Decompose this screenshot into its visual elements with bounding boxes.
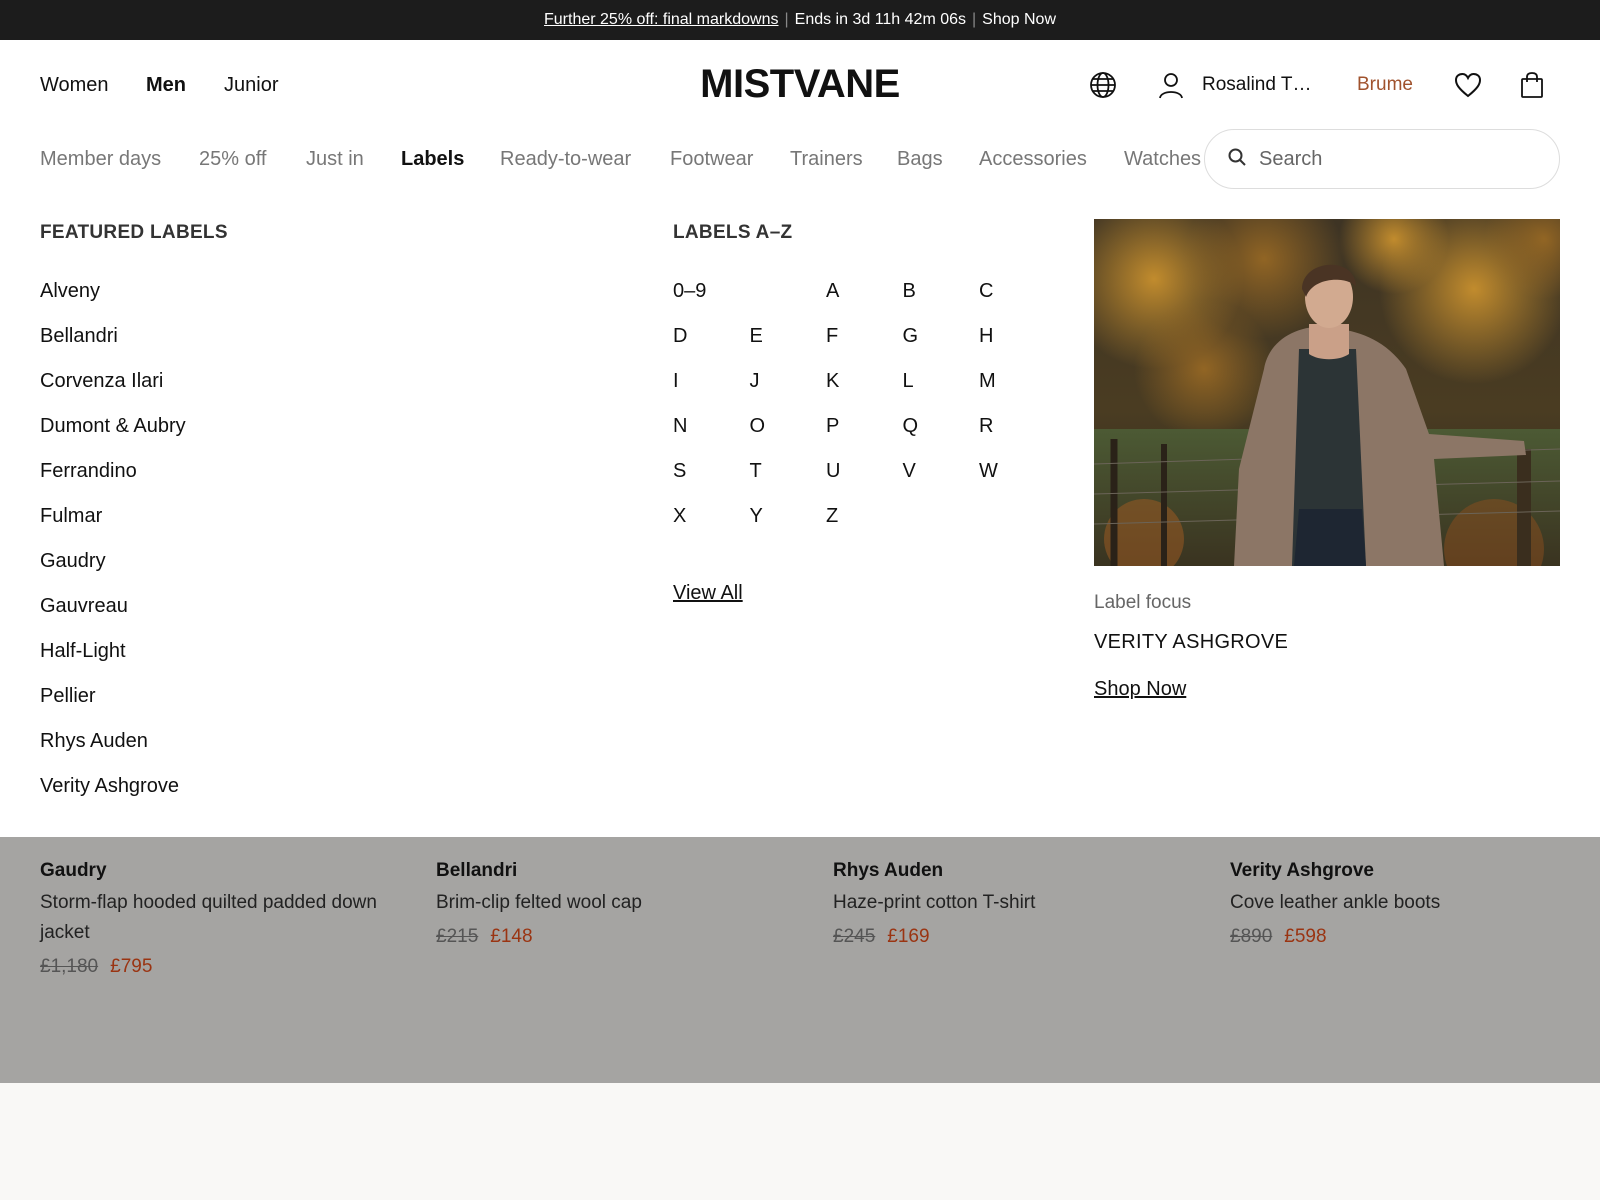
label-focus-name: VERITY ASHGROVE — [1094, 631, 1289, 653]
product-old-price: £890 — [1230, 926, 1273, 947]
product-name: Brim-clip felted wool cap — [436, 892, 642, 913]
labels-az-grid: 0–9 A B C D E F G H I J K L M N O P Q R … — [673, 280, 1056, 550]
cat-labels[interactable]: Labels — [401, 148, 464, 171]
view-all-labels-link[interactable]: View All — [673, 582, 743, 605]
product-sale-price: £148 — [490, 926, 533, 947]
label-focus-image[interactable] — [1094, 219, 1560, 566]
product-card[interactable]: Verity Ashgrove Cove leather ankle boots… — [1230, 860, 1580, 948]
product-prices: £215 £148 — [436, 926, 786, 948]
cat-just-in[interactable]: Just in — [306, 148, 364, 171]
az-letter[interactable]: G — [903, 325, 980, 370]
az-letter[interactable]: Z — [826, 505, 903, 550]
labels-az-heading: LABELS A–Z — [673, 222, 793, 243]
cat-25-off[interactable]: 25% off — [199, 148, 266, 171]
az-letter[interactable]: F — [826, 325, 903, 370]
cat-member-days[interactable]: Member days — [40, 148, 161, 171]
product-brand: Gaudry — [40, 860, 107, 881]
product-card[interactable]: Rhys Auden Haze-print cotton T-shirt £24… — [833, 860, 1183, 948]
product-old-price: £215 — [436, 926, 479, 947]
product-old-price: £245 — [833, 926, 876, 947]
cat-bags[interactable]: Bags — [897, 148, 943, 171]
cat-ready-to-wear[interactable]: Ready-to-wear — [500, 148, 631, 171]
az-letter-0-9[interactable]: 0–9 — [673, 280, 750, 325]
heart-icon[interactable] — [1453, 70, 1483, 100]
az-letter[interactable]: E — [750, 325, 827, 370]
az-letter[interactable]: O — [750, 415, 827, 460]
featured-label-item[interactable]: Gauvreau — [40, 595, 186, 640]
az-empty-cell — [750, 280, 827, 325]
az-letter[interactable]: U — [826, 460, 903, 505]
bag-icon[interactable] — [1517, 70, 1547, 100]
product-card[interactable]: Bellandri Brim-clip felted wool cap £215… — [436, 860, 786, 948]
featured-label-item[interactable]: Dumont & Aubry — [40, 415, 186, 460]
az-letter[interactable]: I — [673, 370, 750, 415]
featured-label-item[interactable]: Half-Light — [40, 640, 186, 685]
az-letter[interactable]: V — [903, 460, 980, 505]
az-letter[interactable]: K — [826, 370, 903, 415]
featured-label-item[interactable]: Bellandri — [40, 325, 186, 370]
brume-link[interactable]: Brume — [1357, 74, 1413, 96]
featured-label-item[interactable]: Rhys Auden — [40, 730, 186, 775]
az-letter[interactable]: H — [979, 325, 1056, 370]
account-name[interactable]: Rosalind T… — [1202, 74, 1311, 96]
product-card[interactable]: Gaudry Storm-flap hooded quilted padded … — [40, 860, 390, 978]
az-letter[interactable]: M — [979, 370, 1056, 415]
az-letter[interactable]: P — [826, 415, 903, 460]
product-name: Storm-flap hooded quilted padded down ja… — [40, 892, 377, 943]
promo-countdown: Ends in 3d 11h 42m 06s — [794, 11, 967, 28]
promo-separator: | — [784, 11, 789, 28]
featured-label-item[interactable]: Corvenza Ilari — [40, 370, 186, 415]
az-letter[interactable]: T — [750, 460, 827, 505]
featured-label-item[interactable]: Fulmar — [40, 505, 186, 550]
az-letter[interactable]: N — [673, 415, 750, 460]
product-prices: £890 £598 — [1230, 926, 1580, 948]
label-focus-caption: Label focus — [1094, 592, 1192, 613]
product-name: Cove leather ankle boots — [1230, 892, 1441, 913]
product-brand: Bellandri — [436, 860, 518, 881]
cat-footwear[interactable]: Footwear — [670, 148, 753, 171]
az-letter[interactable]: R — [979, 415, 1056, 460]
user-icon[interactable] — [1156, 70, 1186, 100]
search-box[interactable] — [1204, 129, 1560, 189]
promo-bar: Further 25% off: final markdowns | Ends … — [0, 0, 1600, 40]
az-letter[interactable]: A — [826, 280, 903, 325]
product-brand: Verity Ashgrove — [1230, 860, 1374, 881]
az-letter[interactable]: L — [903, 370, 980, 415]
az-letter[interactable]: Y — [750, 505, 827, 550]
promo-separator: | — [972, 11, 977, 28]
featured-label-item[interactable]: Alveny — [40, 280, 186, 325]
promo-link[interactable]: Further 25% off: final markdowns — [544, 11, 778, 29]
globe-icon[interactable] — [1088, 70, 1118, 100]
cat-accessories[interactable]: Accessories — [979, 148, 1087, 171]
product-old-price: £1,180 — [40, 956, 99, 977]
site-header: Women Men Junior MISTVANE Rosalind T… Br… — [0, 40, 1600, 132]
featured-label-item[interactable]: Pellier — [40, 685, 186, 730]
featured-labels-list: Alveny Bellandri Corvenza Ilari Dumont &… — [40, 280, 186, 820]
search-icon — [1227, 147, 1247, 172]
cat-watches[interactable]: Watches — [1124, 148, 1201, 171]
az-letter[interactable]: J — [750, 370, 827, 415]
product-brand: Rhys Auden — [833, 860, 944, 881]
az-letter[interactable]: Q — [903, 415, 980, 460]
promo-shop-now[interactable]: Shop Now — [982, 11, 1056, 29]
product-sale-price: £598 — [1284, 926, 1327, 947]
product-sale-price: £169 — [887, 926, 930, 947]
az-letter[interactable]: W — [979, 460, 1056, 505]
az-letter[interactable]: B — [903, 280, 980, 325]
az-letter[interactable]: S — [673, 460, 750, 505]
az-letter[interactable]: D — [673, 325, 750, 370]
az-letter[interactable]: C — [979, 280, 1056, 325]
featured-label-item[interactable]: Verity Ashgrove — [40, 775, 186, 820]
product-name: Haze-print cotton T-shirt — [833, 892, 1036, 913]
product-prices: £245 £169 — [833, 926, 1183, 948]
featured-labels-heading: FEATURED LABELS — [40, 222, 228, 243]
product-prices: £1,180 £795 — [40, 956, 390, 978]
az-letter[interactable]: X — [673, 505, 750, 550]
cat-trainers[interactable]: Trainers — [790, 148, 863, 171]
featured-label-item[interactable]: Gaudry — [40, 550, 186, 595]
featured-label-item[interactable]: Ferrandino — [40, 460, 186, 505]
product-sale-price: £795 — [110, 956, 153, 977]
label-focus-shop-now[interactable]: Shop Now — [1094, 678, 1186, 701]
search-input[interactable] — [1259, 147, 1539, 171]
